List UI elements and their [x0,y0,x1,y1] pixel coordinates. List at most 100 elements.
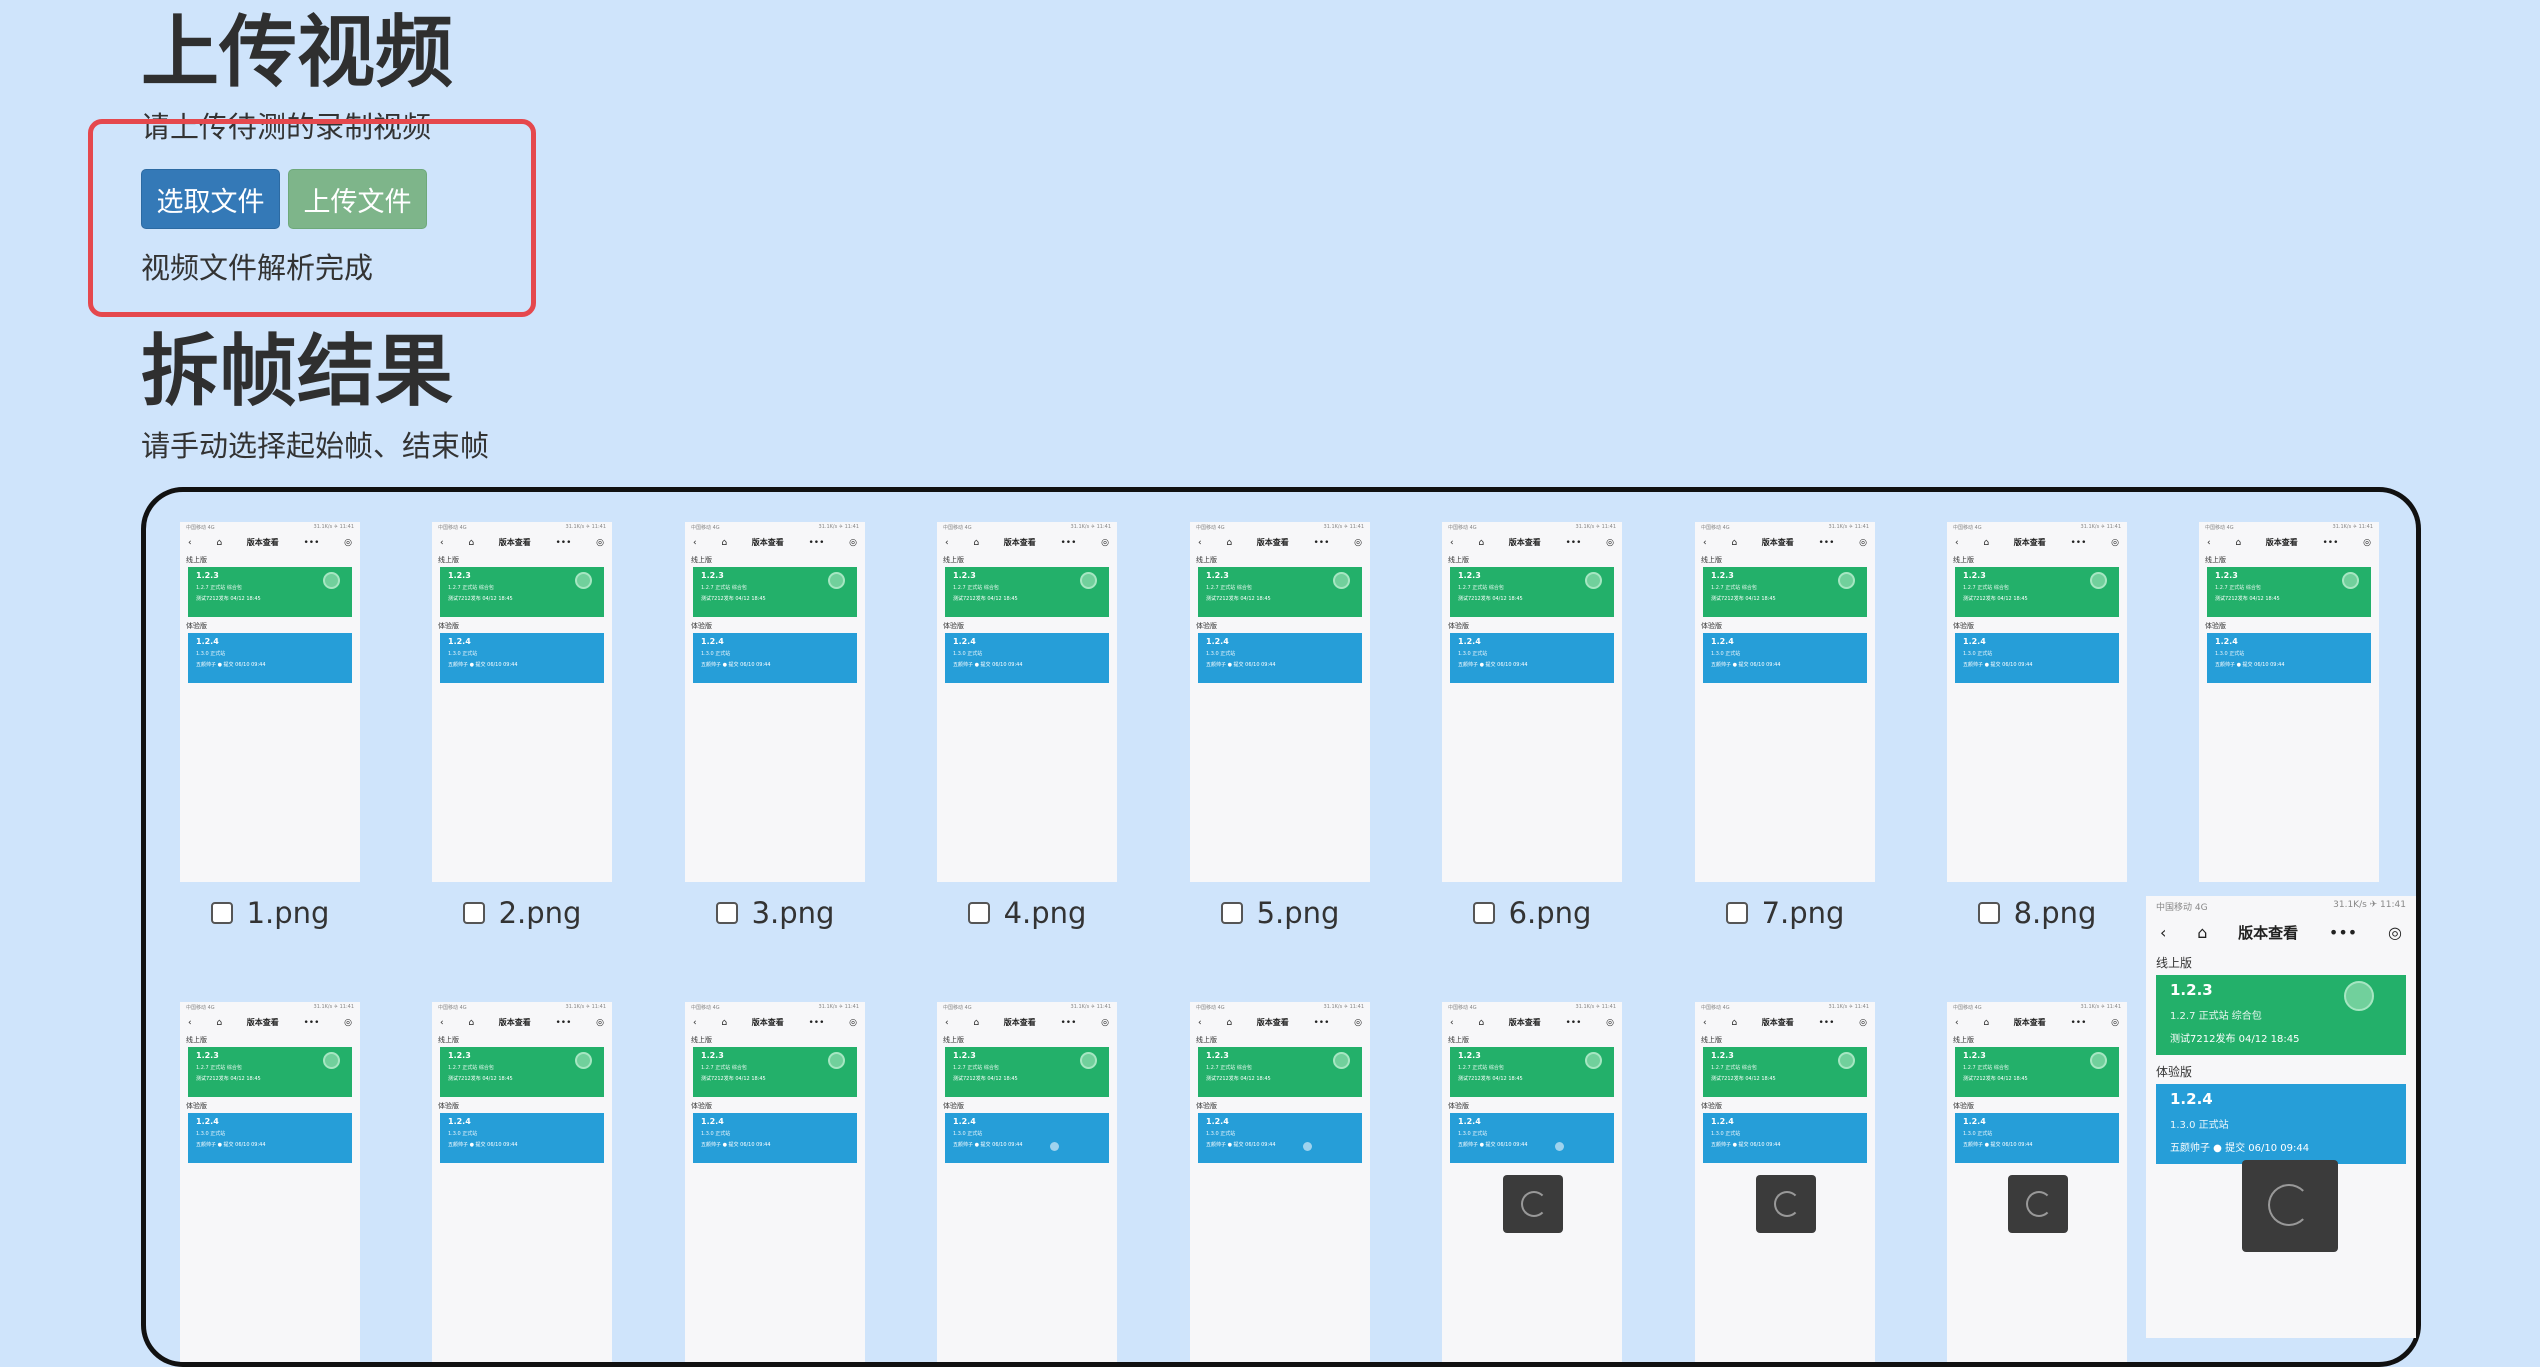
more-icon: ••• [1060,537,1077,548]
frame-item[interactable]: 中国移动 4G 31.1K/s ✈ 11:41 ‹ ⌂ 版本查看 ••• ◎ 线上版 … [180,522,360,930]
frame-item[interactable]: 中国移动 4G 31.1K/s ✈ 11:41 ‹ ⌂ 版本查看 ••• ◎ 线上版 … [1442,1002,1622,1362]
target-icon: ◎ [1354,1017,1362,1028]
frame-checkbox[interactable] [715,902,738,924]
trial-version-card: 1.2.4 1.3.0 正式站 五颜帅子 ● 提交 06/10 09:44 [693,1113,857,1163]
trial-version-card: 1.2.4 1.3.0 正式站 五颜帅子 ● 提交 06/10 09:44 [2156,1084,2406,1164]
target-icon: ◎ [1859,537,1867,548]
section-online: 线上版 [438,1036,459,1044]
frame-thumbnail[interactable]: 中国移动 4G 31.1K/s ✈ 11:41 ‹ ⌂ 版本查看 ••• ◎ 线上版 … [1695,522,1875,882]
frame-label[interactable]: 2.png [432,896,612,930]
frame-item[interactable]: 中国移动 4G 31.1K/s ✈ 11:41 ‹ ⌂ 版本查看 ••• ◎ 线上版 … [1190,522,1370,930]
frame-label[interactable]: 3.png [685,896,865,930]
frame-label[interactable]: 1.png [180,896,360,930]
touch-indicator-icon [1050,1142,1059,1151]
more-icon: ••• [808,537,825,548]
nav-bar: ‹ ⌂ 版本查看 ••• ◎ [180,534,360,551]
toggle-icon [323,572,340,589]
nav-bar: ‹ ⌂ 版本查看 ••• ◎ [432,534,612,551]
frame-thumbnail[interactable]: 中国移动 4G 31.1K/s ✈ 11:41 ‹ ⌂ 版本查看 ••• ◎ 线上版 … [180,1002,360,1362]
section-trial: 体验版 [2205,622,2226,630]
frame-item[interactable]: 中国移动 4G 31.1K/s ✈ 11:41 ‹ ⌂ 版本查看 ••• ◎ 线上版 … [1695,522,1875,930]
frame-label[interactable]: 8.png [1947,896,2127,930]
home-icon: ⌂ [1478,1017,1485,1028]
frame-thumbnail[interactable]: 中国移动 4G 31.1K/s ✈ 11:41 ‹ ⌂ 版本查看 ••• ◎ 线上版 … [685,522,865,882]
trial-version-card: 1.2.4 1.3.0 正式站 五颜帅子 ● 提交 06/10 09:44 [1703,1113,1867,1163]
frame-thumbnail[interactable]: 中国移动 4G 31.1K/s ✈ 11:41 ‹ ⌂ 版本查看 ••• ◎ 线上版 … [180,522,360,882]
trial-version-card: 1.2.4 1.3.0 正式站 五颜帅子 ● 提交 06/10 09:44 [1450,1113,1614,1163]
frame-item[interactable]: 中国移动 4G 31.1K/s ✈ 11:41 ‹ ⌂ 版本查看 ••• ◎ 线上版 … [1695,1002,1875,1362]
frame-thumbnail[interactable]: 中国移动 4G 31.1K/s ✈ 11:41 ‹ ⌂ 版本查看 ••• ◎ 线上版 … [937,522,1117,882]
frame-thumbnail[interactable]: 中国移动 4G 31.1K/s ✈ 11:41 ‹ ⌂ 版本查看 ••• ◎ 线上版 … [937,1002,1117,1362]
trial-version-card: 1.2.4 1.3.0 正式站 五颜帅子 ● 提交 06/10 09:44 [945,633,1109,683]
frame-checkbox[interactable] [462,902,485,924]
back-icon: ‹ [1703,1017,1707,1028]
nav-bar: ‹ ⌂ 版本查看 ••• ◎ [685,1014,865,1031]
toggle-icon [575,1052,592,1069]
frame-checkbox[interactable] [1725,902,1748,924]
frame-thumbnail[interactable]: 中国移动 4G 31.1K/s ✈ 11:41 ‹ ⌂ 版本查看 ••• ◎ 线上版 … [432,1002,612,1362]
online-version-card: 1.2.3 1.2.7 正式站 综合包 测试7212发布 04/12 18:45 [693,1047,857,1097]
frame-label[interactable]: 4.png [937,896,1117,930]
frame-item[interactable]: 中国移动 4G 31.1K/s ✈ 11:41 ‹ ⌂ 版本查看 ••• ◎ 线上版 … [2199,522,2379,882]
frame-item[interactable]: 中国移动 4G 31.1K/s ✈ 11:41 ‹ ⌂ 版本查看 ••• ◎ 线上版 … [1190,1002,1370,1362]
frame-label[interactable]: 5.png [1190,896,1370,930]
section-online: 线上版 [691,1036,712,1044]
toggle-icon [575,572,592,589]
choose-file-button[interactable]: 选取文件 [141,169,280,229]
trial-version-card: 1.2.4 1.3.0 正式站 五颜帅子 ● 提交 06/10 09:44 [440,1113,604,1163]
frame-item[interactable]: 中国移动 4G 31.1K/s ✈ 11:41 ‹ ⌂ 版本查看 ••• ◎ 线上版 … [1947,522,2127,930]
frame-thumbnail[interactable]: 中国移动 4G 31.1K/s ✈ 11:41 ‹ ⌂ 版本查看 ••• ◎ 线上版 … [432,522,612,882]
frame-thumbnail[interactable]: 中国移动 4G 31.1K/s ✈ 11:41 ‹ ⌂ 版本查看 ••• ◎ 线上版 … [1947,1002,2127,1362]
online-version-card: 1.2.3 1.2.7 正式站 综合包 测试7212发布 04/12 18:45 [1450,567,1614,617]
online-version-card: 1.2.3 1.2.7 正式站 综合包 测试7212发布 04/12 18:45 [1198,567,1362,617]
frame-item[interactable]: 中国移动 4G 31.1K/s ✈ 11:41 ‹ ⌂ 版本查看 ••• ◎ 线上版 … [1442,522,1622,930]
home-icon: ⌂ [468,1017,475,1028]
nav-bar: ‹ ⌂ 版本查看 ••• ◎ [1947,1014,2127,1031]
online-version-card: 1.2.3 1.2.7 正式站 综合包 测试7212发布 04/12 18:45 [440,1047,604,1097]
toggle-icon [323,1052,340,1069]
frame-checkbox[interactable] [1220,902,1243,924]
toggle-icon [1333,572,1350,589]
toggle-icon [2344,981,2374,1011]
frame-item[interactable]: 中国移动 4G 31.1K/s ✈ 11:41 ‹ ⌂ 版本查看 ••• ◎ 线上版 … [685,1002,865,1362]
frame-thumbnail[interactable]: 中国移动 4G 31.1K/s ✈ 11:41 ‹ ⌂ 版本查看 ••• ◎ 线上版 … [1190,1002,1370,1362]
home-icon: ⌂ [1478,537,1485,548]
nav-bar: ‹ ⌂ 版本查看 ••• ◎ [685,534,865,551]
home-icon: ⌂ [1731,1017,1738,1028]
status-bar: 中国移动 4G 31.1K/s ✈ 11:41 [438,524,606,531]
frame-label[interactable]: 7.png [1695,896,1875,930]
frame-label[interactable]: 6.png [1442,896,1622,930]
section-trial: 体验版 [1448,622,1469,630]
frame-item[interactable]: 中国移动 4G 31.1K/s ✈ 11:41 ‹ ⌂ 版本查看 ••• ◎ 线上版 … [937,1002,1117,1362]
frame-checkbox[interactable] [210,902,233,924]
status-bar: 中国移动 4G 31.1K/s ✈ 11:41 [1196,524,1364,531]
frame-item[interactable]: 中国移动 4G 31.1K/s ✈ 11:41 ‹ ⌂ 版本查看 ••• ◎ 线上版 … [180,1002,360,1362]
loading-spinner-icon [1756,1175,1816,1233]
frame-thumbnail[interactable]: 中国移动 4G 31.1K/s ✈ 11:41 ‹ ⌂ 版本查看 ••• ◎ 线上版 … [1695,1002,1875,1362]
target-icon: ◎ [344,537,352,548]
frame-thumbnail[interactable]: 中国移动 4G 31.1K/s ✈ 11:41 ‹ ⌂ 版本查看 ••• ◎ 线上版 … [1442,1002,1622,1362]
home-icon: ⌂ [1983,1017,1990,1028]
upload-file-button[interactable]: 上传文件 [288,169,427,229]
nav-bar: ‹ ⌂ 版本查看 ••• ◎ [2199,534,2379,551]
frame-item[interactable]: 中国移动 4G 31.1K/s ✈ 11:41 ‹ ⌂ 版本查看 ••• ◎ 线上版 … [1947,1002,2127,1362]
frame-checkbox[interactable] [1472,902,1495,924]
frame-item[interactable]: 中国移动 4G 31.1K/s ✈ 11:41 ‹ ⌂ 版本查看 ••• ◎ 线上版 … [937,522,1117,930]
frame-thumbnail[interactable]: 中国移动 4G 31.1K/s ✈ 11:41 ‹ ⌂ 版本查看 ••• ◎ 线上版 … [1190,522,1370,882]
frame-item[interactable]: 中国移动 4G 31.1K/s ✈ 11:41 ‹ ⌂ 版本查看 ••• ◎ 线上版 … [432,522,612,930]
frame-thumbnail[interactable]: 中国移动 4G 31.1K/s ✈ 11:41 ‹ ⌂ 版本查看 ••• ◎ 线上版 … [1442,522,1622,882]
trial-version-card: 1.2.4 1.3.0 正式站 五颜帅子 ● 提交 06/10 09:44 [693,633,857,683]
frame-thumbnail[interactable]: 中国移动 4G 31.1K/s ✈ 11:41 ‹ ⌂ 版本查看 ••• ◎ 线上版 … [1947,522,2127,882]
frame-item[interactable]: 中国移动 4G 31.1K/s ✈ 11:41 ‹ ⌂ 版本查看 ••• ◎ 线上版 … [685,522,865,930]
frame-checkbox[interactable] [1977,902,2000,924]
nav-bar: ‹ ⌂ 版本查看 ••• ◎ [1442,1014,1622,1031]
trial-version-card: 1.2.4 1.3.0 正式站 五颜帅子 ● 提交 06/10 09:44 [1450,633,1614,683]
frame-item[interactable]: 中国移动 4G 31.1K/s ✈ 11:41 ‹ ⌂ 版本查看 ••• ◎ 线上版 … [432,1002,612,1362]
home-icon: ⌂ [973,537,980,548]
frame-checkbox[interactable] [967,902,990,924]
frame-thumbnail[interactable]: 中国移动 4G 31.1K/s ✈ 11:41 ‹ ⌂ 版本查看 ••• ◎ 线上版 … [2199,522,2379,882]
nav-bar: ‹ ⌂ 版本查看 ••• ◎ [2146,918,2416,946]
online-version-card: 1.2.3 1.2.7 正式站 综合包 测试7212发布 04/12 18:45 [1450,1047,1614,1097]
section-trial: 体验版 [1701,1102,1722,1110]
frame-thumbnail[interactable]: 中国移动 4G 31.1K/s ✈ 11:41 ‹ ⌂ 版本查看 ••• ◎ 线上版 … [685,1002,865,1362]
